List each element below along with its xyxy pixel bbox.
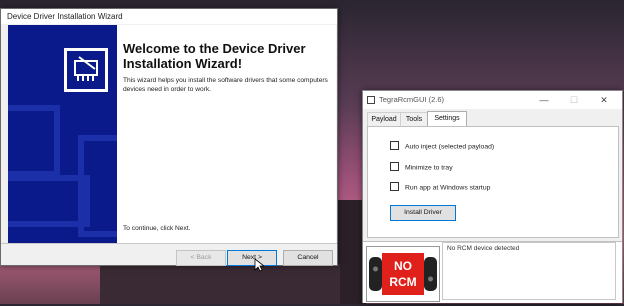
app-icon: [367, 96, 375, 104]
minimize-tray-label: Minimize to tray: [405, 164, 453, 172]
wizard-title: Device Driver Installation Wizard: [1, 9, 337, 24]
run-startup-checkbox[interactable]: [390, 182, 399, 191]
driver-wizard-window: Device Driver Installation Wizard Welcom…: [0, 8, 338, 266]
tegra-rcm-window: TegraRcmGUI (2.6) — ☐ ✕ Payload Tools Se…: [362, 90, 623, 303]
wizard-content: Welcome to the Device Driver Installatio…: [117, 25, 336, 243]
wizard-continue-text: To continue, click Next.: [123, 225, 191, 232]
banner-decoration: [8, 105, 60, 177]
run-startup-option[interactable]: Run app at Windows startup: [390, 182, 491, 193]
hardware-chip-icon: [64, 48, 108, 92]
tab-tools[interactable]: Tools: [400, 112, 428, 126]
minimize-button[interactable]: —: [529, 91, 559, 109]
switch-console-icon: NO RCM: [369, 253, 437, 295]
tegra-titlebar: TegraRcmGUI (2.6) — ☐ ✕: [363, 91, 622, 109]
tegra-title: TegraRcmGUI (2.6): [379, 95, 445, 104]
back-button[interactable]: < Back: [176, 250, 226, 266]
status-message: No RCM device detected: [442, 242, 616, 300]
maximize-button[interactable]: ☐: [559, 91, 589, 109]
tab-payload[interactable]: Payload: [367, 112, 401, 126]
no-rcm-line2: RCM: [389, 275, 416, 289]
wizard-description: This wizard helps you install the softwa…: [123, 77, 328, 93]
banner-decoration: [78, 135, 117, 237]
wizard-heading: Welcome to the Device Driver Installatio…: [123, 41, 306, 71]
close-button[interactable]: ✕: [589, 91, 619, 109]
cancel-button[interactable]: Cancel: [283, 250, 333, 266]
no-rcm-badge: NO RCM: [366, 246, 440, 302]
mouse-cursor-icon: [254, 258, 264, 272]
background-building: [100, 264, 340, 304]
install-driver-button[interactable]: Install Driver: [390, 205, 456, 221]
tab-settings[interactable]: Settings: [427, 111, 467, 126]
auto-inject-option[interactable]: Auto inject (selected payload): [390, 141, 495, 152]
run-startup-label: Run app at Windows startup: [405, 184, 491, 192]
minimize-tray-checkbox[interactable]: [390, 162, 399, 171]
settings-panel: Auto inject (selected payload) Minimize …: [367, 126, 619, 238]
minimize-tray-option[interactable]: Minimize to tray: [390, 162, 453, 173]
wizard-side-banner: [8, 25, 117, 243]
status-area: NO RCM No RCM device detected: [363, 241, 622, 303]
next-button[interactable]: Next >: [227, 250, 277, 266]
wizard-divider: [1, 243, 337, 244]
auto-inject-checkbox[interactable]: [390, 141, 399, 150]
auto-inject-label: Auto inject (selected payload): [405, 143, 495, 151]
no-rcm-line1: NO: [394, 259, 412, 273]
